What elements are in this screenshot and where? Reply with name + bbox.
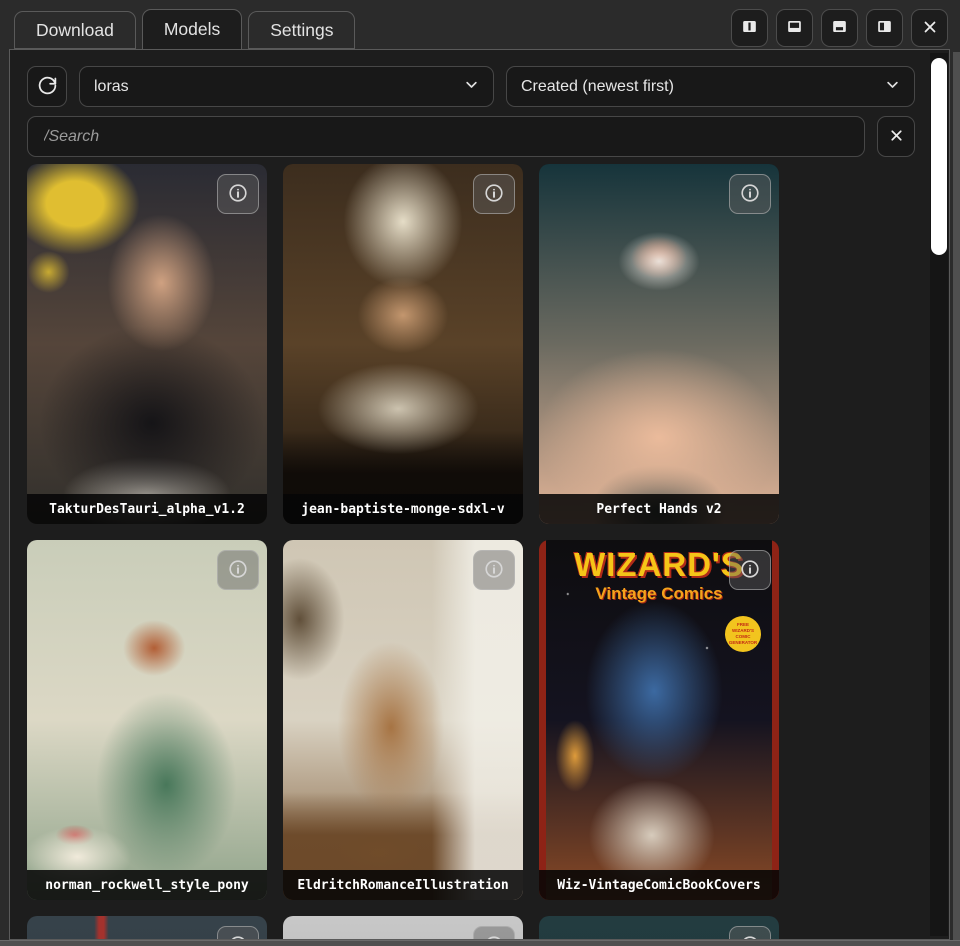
model-card[interactable]: EldritchRomanceIllustration: [283, 540, 523, 900]
tab-settings[interactable]: Settings: [248, 11, 355, 49]
search-row: [27, 116, 915, 157]
chevron-down-icon: [885, 77, 900, 97]
model-card[interactable]: [539, 916, 779, 940]
info-icon: [227, 558, 249, 583]
toolbar: loras Created (newest first): [27, 66, 915, 107]
split-columns-icon: [740, 17, 759, 39]
tab-download[interactable]: Download: [14, 11, 136, 49]
model-name-label: Perfect Hands v2: [539, 494, 779, 524]
info-icon: [483, 558, 505, 583]
app-window: Download Models Settings: [0, 0, 960, 946]
model-card[interactable]: [283, 916, 523, 940]
tab-models[interactable]: Models: [142, 9, 242, 49]
model-thumbnail: [283, 540, 523, 900]
dock-bottom-icon: [830, 17, 849, 39]
model-name-label: jean-baptiste-monge-sdxl-v: [283, 494, 523, 524]
dock-left-button[interactable]: [866, 9, 903, 47]
dock-top-button[interactable]: [776, 9, 813, 47]
model-card[interactable]: TakturDesTauri_alpha_v1.2: [27, 164, 267, 524]
model-name-label: norman_rockwell_style_pony: [27, 870, 267, 900]
window-frame-right: [953, 52, 960, 946]
chevron-down-icon: [464, 77, 479, 97]
model-thumbnail: [283, 164, 523, 524]
info-icon: [227, 182, 249, 207]
model-info-button[interactable]: [473, 550, 515, 590]
model-thumbnail: [27, 164, 267, 524]
info-icon: [739, 558, 761, 583]
model-type-value: loras: [94, 78, 129, 96]
model-info-button[interactable]: [217, 550, 259, 590]
split-columns-button[interactable]: [731, 9, 768, 47]
close-icon: [888, 127, 905, 147]
models-panel: loras Created (newest first): [9, 49, 950, 940]
model-info-button[interactable]: [729, 926, 771, 940]
dock-left-icon: [875, 17, 894, 39]
model-name-label: EldritchRomanceIllustration: [283, 870, 523, 900]
comic-cover-badge: FREE WIZARD'S COMIC GENERATOR: [725, 616, 761, 652]
model-grid: TakturDesTauri_alpha_v1.2 jean-baptiste-…: [27, 164, 915, 940]
model-info-button[interactable]: [729, 174, 771, 214]
info-icon: [739, 182, 761, 207]
dock-bottom-button[interactable]: [821, 9, 858, 47]
model-thumbnail: [27, 540, 267, 900]
close-button[interactable]: [911, 9, 948, 47]
refresh-button[interactable]: [27, 66, 67, 107]
model-name-label: Wiz-VintageComicBookCovers: [539, 870, 779, 900]
window-frame-bottom: [0, 940, 960, 946]
model-info-button[interactable]: [217, 926, 259, 940]
model-info-button[interactable]: [217, 174, 259, 214]
info-icon: [227, 934, 249, 941]
model-card[interactable]: Perfect Hands v2: [539, 164, 779, 524]
sort-value: Created (newest first): [521, 78, 674, 96]
scrollbar-thumb[interactable]: [931, 58, 947, 255]
scrollbar-track[interactable]: [930, 53, 948, 936]
info-icon: [739, 934, 761, 941]
model-card[interactable]: jean-baptiste-monge-sdxl-v: [283, 164, 523, 524]
model-type-select[interactable]: loras: [79, 66, 494, 107]
info-icon: [483, 182, 505, 207]
model-card[interactable]: norman_rockwell_style_pony: [27, 540, 267, 900]
refresh-icon: [37, 75, 58, 99]
model-info-button[interactable]: [473, 174, 515, 214]
window-controls: [731, 9, 948, 47]
model-card[interactable]: [27, 916, 267, 940]
model-info-button[interactable]: [473, 926, 515, 940]
info-icon: [483, 934, 505, 941]
model-thumbnail: [539, 164, 779, 524]
search-input[interactable]: [27, 116, 865, 157]
model-name-label: TakturDesTauri_alpha_v1.2: [27, 494, 267, 524]
model-info-button[interactable]: [729, 550, 771, 590]
model-card[interactable]: WIZARD'S Vintage Comics FREE WIZARD'S CO…: [539, 540, 779, 900]
sort-select[interactable]: Created (newest first): [506, 66, 915, 107]
close-icon: [921, 18, 939, 39]
clear-search-button[interactable]: [877, 116, 915, 157]
dock-top-icon: [785, 17, 804, 39]
